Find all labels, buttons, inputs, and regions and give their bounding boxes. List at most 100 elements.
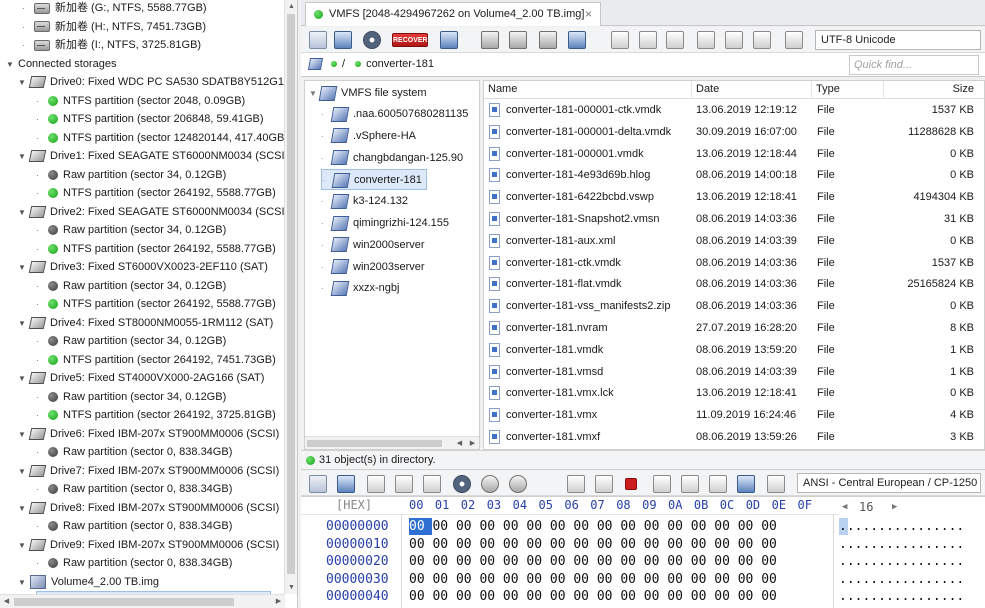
folder-root[interactable]: ▼ VMFS file system xyxy=(309,83,427,104)
scroll-thumb[interactable] xyxy=(14,598,234,606)
tree-partition[interactable]: · NTFS partition (sector 2048, 0.09GB) xyxy=(36,92,245,110)
tree-partition[interactable]: · Raw partition (sector 0, 838.34GB) xyxy=(36,443,232,461)
file-list[interactable]: Name Date Type Size converter-181-000001… xyxy=(483,80,985,450)
edit-icon[interactable] xyxy=(767,475,785,493)
dropdown-icon[interactable] xyxy=(509,31,527,49)
tree-partition[interactable]: · Raw partition (sector 34, 0.12GB) xyxy=(36,388,226,406)
tree-volume[interactable]: · 新加卷 (G:, NTFS, 5588.77GB) xyxy=(22,0,207,17)
hex-bytes[interactable]: 00 00 00 00 00 00 00 00 00 00 00 00 00 0… xyxy=(409,536,777,553)
file-row[interactable]: converter-181.vmx 11.09.2019 16:24:46 File… xyxy=(484,404,984,426)
tree-volume[interactable]: · 新加卷 (I:, NTFS, 3725.81GB) xyxy=(22,36,201,54)
close-icon[interactable]: × xyxy=(585,3,592,25)
tree-partition[interactable]: · Raw partition (sector 34, 0.12GB) xyxy=(36,332,226,350)
tree-partition[interactable]: · NTFS partition (sector 124820144, 417.4… xyxy=(36,129,288,147)
view-mode-icon[interactable] xyxy=(568,31,586,49)
hex-ascii[interactable]: ................ xyxy=(839,588,964,605)
page-next-icon[interactable]: ▶ xyxy=(892,498,897,516)
tree-partition[interactable]: · Raw partition (sector 34, 0.12GB) xyxy=(36,166,226,184)
scroll-thumb[interactable] xyxy=(307,440,442,447)
expand-icon[interactable]: ▼ xyxy=(18,426,30,444)
expand-icon[interactable]: ▼ xyxy=(18,74,30,92)
file-row[interactable]: converter-181-ctk.vmdk 08.06.2019 14:03:3… xyxy=(484,252,984,274)
goto-icon[interactable] xyxy=(567,475,585,493)
paste-icon[interactable] xyxy=(395,475,413,493)
select-icon[interactable] xyxy=(337,475,355,493)
mark-icon[interactable] xyxy=(653,475,671,493)
save-icon[interactable] xyxy=(309,475,327,493)
back-icon[interactable] xyxy=(481,31,499,49)
folder-item[interactable]: · xxzx-ngbj xyxy=(321,278,399,299)
export-icon[interactable] xyxy=(666,31,684,49)
breadcrumb-current[interactable]: converter-181 xyxy=(366,58,434,70)
folder-item[interactable]: · win2003server xyxy=(321,257,425,278)
hex-ascii[interactable]: ................ xyxy=(839,536,964,553)
gear-icon[interactable] xyxy=(639,31,657,49)
tree-partition[interactable]: · Raw partition (sector 0, 838.34GB) xyxy=(36,480,232,498)
file-row[interactable]: converter-181-4e93d69b.hlog 08.06.2019 14… xyxy=(484,164,984,186)
tree-drive[interactable]: ▼ Drive8: Fixed IBM-207x ST900MM0006 (SCS… xyxy=(18,499,279,517)
compare-next-icon[interactable] xyxy=(709,475,727,493)
hex-row[interactable]: 00000000 00 00 00 00 00 00 00 00 00 00 00… xyxy=(301,518,985,535)
clipboard-icon[interactable] xyxy=(423,475,441,493)
recover-button[interactable]: RECOVER xyxy=(392,33,428,47)
tree-drive[interactable]: ▼ Drive2: Fixed SEAGATE ST6000NM0034 (SCS… xyxy=(18,203,288,221)
file-row[interactable]: converter-181-Snapshot2.vmsn 08.06.2019 1… xyxy=(484,208,984,230)
hex-bytes[interactable]: 00 00 00 00 00 00 00 00 00 00 00 00 00 0… xyxy=(409,571,777,588)
tree-partition[interactable]: · NTFS partition (sector 264192, 5588.77G… xyxy=(36,184,276,202)
tree-connected-storages[interactable]: ▼ Connected storages xyxy=(6,55,116,73)
file-row[interactable]: converter-181.vmx.lck 13.06.2019 12:18:41… xyxy=(484,382,984,404)
tree-partition[interactable]: · NTFS partition (sector 264192, 5588.77G… xyxy=(36,295,276,313)
tree-drive[interactable]: ▼ Drive1: Fixed SEAGATE ST6000NM0034 (SCS… xyxy=(18,147,288,165)
breadcrumb[interactable]: / converter-181 xyxy=(307,53,434,76)
hex-bytes[interactable]: 00 00 00 00 00 00 00 00 00 00 00 00 00 0… xyxy=(409,588,777,605)
tree-drive[interactable]: ▼ Drive0: Fixed WDC PC SA530 SDATB8Y512G1… xyxy=(18,73,296,91)
expand-icon[interactable]: ▼ xyxy=(18,463,30,481)
hex-bytes[interactable]: 00 00 00 00 00 00 00 00 00 00 00 00 00 0… xyxy=(409,518,777,535)
expand-icon[interactable]: ▼ xyxy=(18,259,30,277)
expand-icon[interactable]: ▼ xyxy=(18,574,30,592)
back-icon[interactable] xyxy=(481,475,499,493)
column-name[interactable]: Name xyxy=(484,81,692,99)
file-row[interactable]: converter-181-000001-delta.vmdk 30.09.201… xyxy=(484,121,984,143)
add-icon[interactable] xyxy=(611,31,629,49)
expand-icon[interactable]: ▼ xyxy=(18,370,30,388)
tree-drive[interactable]: ▼ Drive6: Fixed IBM-207x ST900MM0006 (SCS… xyxy=(18,425,279,443)
page-prev-icon[interactable]: ◀ xyxy=(842,498,847,516)
tree-partition[interactable]: · Raw partition (sector 34, 0.12GB) xyxy=(36,221,226,239)
tree-vertical-scrollbar[interactable]: ▲ ▼ xyxy=(284,0,297,594)
file-row[interactable]: converter-181.nvram 27.07.2019 16:28:20 Fi… xyxy=(484,317,984,339)
file-row[interactable]: converter-181-vss_manifests2.zip 08.06.20… xyxy=(484,295,984,317)
tree-drive[interactable]: ▼ Drive7: Fixed IBM-207x ST900MM0006 (SCS… xyxy=(18,462,279,480)
tree-partition[interactable]: · NTFS partition (sector 264192, 7451.73G… xyxy=(36,351,276,369)
hex-ascii[interactable]: ................ xyxy=(839,571,964,588)
scroll-down-icon[interactable]: ▼ xyxy=(285,581,297,594)
save-icon[interactable] xyxy=(309,31,327,49)
column-date[interactable]: Date xyxy=(692,81,812,99)
tree-drive[interactable]: ▼ Drive4: Fixed ST8000NM0055-1RM112 (SAT) xyxy=(18,314,273,332)
folder-item[interactable]: · win2000server xyxy=(321,235,425,256)
quick-find-input[interactable]: Quick find... xyxy=(849,55,979,75)
binoculars-icon[interactable] xyxy=(363,31,381,49)
hex-row[interactable]: 00000040 00 00 00 00 00 00 00 00 00 00 00… xyxy=(301,588,985,605)
folder-item[interactable]: · qimingrizhi-124.155 xyxy=(321,213,449,234)
expand-icon[interactable]: ▼ xyxy=(18,500,30,518)
expand-icon[interactable]: ▼ xyxy=(18,315,30,333)
tree-drive[interactable]: ▼ Drive9: Fixed IBM-207x ST900MM0006 (SCS… xyxy=(18,536,279,554)
print-icon[interactable] xyxy=(753,31,771,49)
file-row[interactable]: converter-181-flat.vmdk 08.06.2019 14:03:… xyxy=(484,273,984,295)
bookmark-flag-icon[interactable] xyxy=(625,478,637,490)
column-type[interactable]: Type xyxy=(812,81,884,99)
forward-icon[interactable] xyxy=(539,31,557,49)
tree-partition[interactable]: · NTFS partition (sector 206848, 59.41GB) xyxy=(36,110,264,128)
copy-icon[interactable] xyxy=(367,475,385,493)
tree-partition[interactable]: · Raw partition (sector 0, 838.34GB) xyxy=(36,517,232,535)
hex-row[interactable]: 00000030 00 00 00 00 00 00 00 00 00 00 00… xyxy=(301,571,985,588)
hex-row[interactable]: 00000010 00 00 00 00 00 00 00 00 00 00 00… xyxy=(301,536,985,553)
hex-ascii[interactable]: ................ xyxy=(839,518,964,535)
breadcrumb-root[interactable]: / xyxy=(342,58,345,70)
expand-icon[interactable]: ▼ xyxy=(6,56,18,74)
tree-partition[interactable]: · Raw partition (sector 0, 838.34GB) xyxy=(36,554,232,572)
tree-image[interactable]: ▼ Volume4_2.00 TB.img xyxy=(18,573,159,591)
folder-item[interactable]: · converter-181 xyxy=(321,169,427,191)
folder-item[interactable]: · .vSphere-HA xyxy=(321,126,416,147)
